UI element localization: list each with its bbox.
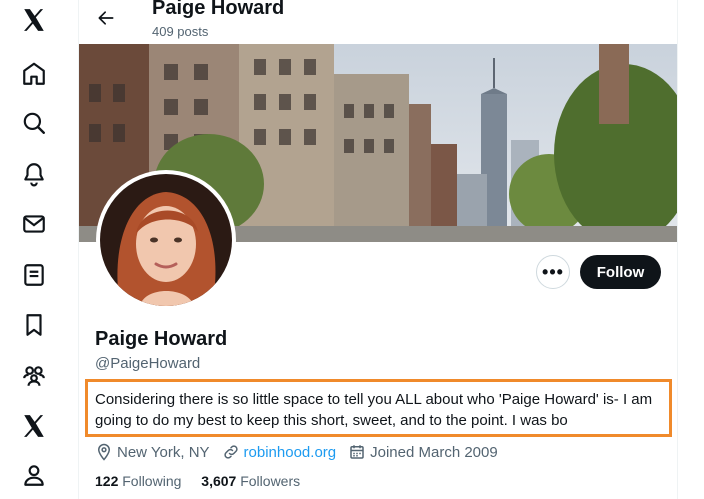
location-pin-icon — [95, 443, 113, 461]
profile-avatar[interactable] — [96, 170, 236, 310]
followers-link[interactable]: 3,607 Followers — [201, 473, 300, 489]
premium-x-icon[interactable] — [14, 406, 54, 446]
following-link[interactable]: 122 Following — [95, 473, 181, 489]
bookmarks-icon[interactable] — [14, 305, 54, 345]
messages-icon[interactable] — [14, 204, 54, 244]
joined-text: Joined March 2009 — [370, 443, 498, 461]
column-divider-right — [677, 0, 678, 499]
joined-date: Joined March 2009 — [348, 443, 498, 461]
post-count: 409 posts — [152, 24, 209, 39]
website-link[interactable]: robinhood.org — [244, 444, 337, 461]
profile-meta: New York, NY robinhood.org Joined March … — [95, 442, 510, 462]
x-logo-icon[interactable] — [14, 0, 54, 40]
profile-name: Paige Howard — [95, 328, 228, 350]
website[interactable]: robinhood.org — [222, 443, 337, 461]
notifications-icon[interactable] — [14, 154, 54, 194]
follow-button[interactable]: Follow — [580, 255, 661, 289]
followers-count: 3,607 — [201, 473, 237, 489]
communities-icon[interactable] — [14, 356, 54, 396]
calendar-icon — [348, 443, 366, 461]
search-icon[interactable] — [14, 103, 54, 143]
following-label: Following — [122, 473, 182, 489]
profile-handle: @PaigeHoward — [95, 355, 201, 372]
back-arrow-icon[interactable] — [92, 4, 120, 32]
left-navigation — [0, 0, 68, 499]
location: New York, NY — [95, 443, 210, 461]
more-options-button[interactable]: ••• — [536, 255, 570, 289]
follow-stats: 122 Following 3,607 Followers — [95, 473, 300, 489]
profile-bio: Considering there is so little space to … — [95, 391, 653, 429]
following-count: 122 — [95, 473, 119, 489]
profile-icon[interactable] — [14, 455, 54, 495]
home-icon[interactable] — [14, 54, 54, 94]
location-text: New York, NY — [117, 443, 210, 461]
lists-icon[interactable] — [14, 255, 54, 295]
followers-label: Followers — [240, 473, 301, 489]
link-icon — [222, 443, 240, 461]
header-title: Paige Howard — [152, 0, 285, 19]
